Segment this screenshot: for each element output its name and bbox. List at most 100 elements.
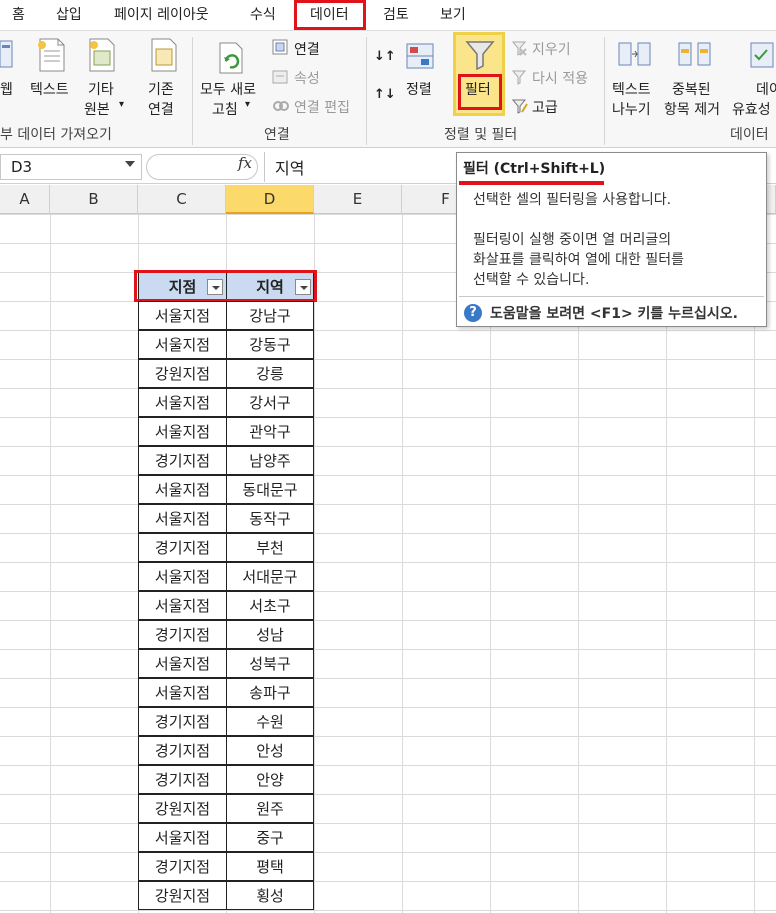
table-cell-region[interactable]: 서초구 (226, 591, 314, 620)
table-cell-branch[interactable]: 서울지점 (138, 504, 227, 533)
name-box-value: D3 (11, 158, 33, 176)
table-cell-region[interactable]: 강서구 (226, 388, 314, 417)
group-separator (192, 37, 193, 145)
table-header-highlight (134, 270, 317, 302)
table-cell-region[interactable]: 송파구 (226, 678, 314, 707)
table-cell-branch[interactable]: 서울지점 (138, 649, 227, 678)
data-validation-label-2[interactable]: 유효성 (732, 99, 771, 119)
advanced-filter-button[interactable]: 고급 (532, 97, 558, 117)
table-cell-region[interactable]: 서대문구 (226, 562, 314, 591)
group-separator (366, 37, 367, 145)
table-cell-branch[interactable]: 서울지점 (138, 591, 227, 620)
table-cell-branch[interactable]: 서울지점 (138, 330, 227, 359)
refresh-all-label-2[interactable]: 고침 (212, 99, 238, 119)
tab-formulas[interactable]: 수식 (250, 4, 276, 24)
table-cell-region[interactable]: 강동구 (226, 330, 314, 359)
table-cell-branch[interactable]: 강원지점 (138, 881, 227, 910)
reapply-button[interactable]: 다시 적용 (532, 68, 588, 88)
text-to-columns-icon (618, 42, 651, 66)
other-sources-label-1[interactable]: 기타 (88, 79, 114, 99)
other-sources-dropdown-icon[interactable]: ▾ (119, 99, 124, 110)
web-button[interactable]: 웹 (0, 79, 13, 99)
table-cell-branch[interactable]: 서울지점 (138, 475, 227, 504)
column-header-c[interactable]: C (138, 185, 226, 214)
table-cell-region[interactable]: 관악구 (226, 417, 314, 446)
table-cell-branch[interactable]: 경기지점 (138, 852, 227, 881)
column-header-d[interactable]: D (226, 185, 314, 214)
table-cell-region[interactable]: 평택 (226, 852, 314, 881)
tab-page-layout[interactable]: 페이지 레이아웃 (114, 4, 209, 24)
group-label-sort-filter: 정렬 및 필터 (444, 127, 518, 143)
tab-data-highlight (294, 0, 366, 30)
column-header-e[interactable]: E (314, 185, 402, 214)
table-cell-region[interactable]: 횡성 (226, 881, 314, 910)
existing-connections-label-1[interactable]: 기존 (148, 79, 174, 99)
table-cell-region[interactable]: 안양 (226, 765, 314, 794)
table-cell-region[interactable]: 안성 (226, 736, 314, 765)
sort-button[interactable]: 정렬 (406, 79, 432, 99)
refresh-all-label-1[interactable]: 모두 새로 (200, 79, 256, 99)
remove-duplicates-label-2[interactable]: 항목 제거 (664, 99, 720, 119)
table-cell-branch[interactable]: 경기지점 (138, 533, 227, 562)
table-cell-branch[interactable]: 경기지점 (138, 620, 227, 649)
text-to-columns-label-1[interactable]: 텍스트 (612, 79, 651, 99)
group-separator (604, 37, 605, 145)
group-label-data-tools: 데이터 (730, 127, 769, 143)
table-cell-branch[interactable]: 서울지점 (138, 562, 227, 591)
existing-connections-label-2[interactable]: 연결 (148, 99, 174, 119)
refresh-all-dropdown-icon[interactable]: ▾ (245, 99, 250, 110)
table-cell-region[interactable]: 강남구 (226, 301, 314, 330)
table-cell-branch[interactable]: 서울지점 (138, 823, 227, 852)
clear-filter-icon (512, 41, 527, 56)
table-cell-region[interactable]: 강릉 (226, 359, 314, 388)
name-box[interactable]: D3 (0, 154, 142, 180)
tooltip-line-4: 선택할 수 있습니다. (473, 272, 590, 288)
table-cell-branch[interactable]: 서울지점 (138, 301, 227, 330)
table-cell-region[interactable]: 부천 (226, 533, 314, 562)
sort-descending-icon[interactable]: ↑↓ (374, 87, 396, 102)
table-cell-branch[interactable]: 경기지점 (138, 765, 227, 794)
other-sources-icon (89, 38, 115, 72)
table-cell-region[interactable]: 남양주 (226, 446, 314, 475)
existing-connections-icon (151, 38, 177, 72)
properties-button[interactable]: 속성 (294, 68, 320, 88)
tooltip-title-underline (459, 181, 604, 185)
text-import-button[interactable]: 텍스트 (30, 79, 69, 99)
table-cell-branch[interactable]: 경기지점 (138, 446, 227, 475)
connections-button[interactable]: 연결 (294, 39, 320, 59)
table-cell-branch[interactable]: 서울지점 (138, 417, 227, 446)
tab-home[interactable]: 홈 (12, 4, 25, 24)
properties-icon (272, 70, 288, 84)
table-cell-branch[interactable]: 경기지점 (138, 707, 227, 736)
column-header-a[interactable]: A (0, 185, 50, 214)
table-cell-branch[interactable]: 서울지점 (138, 388, 227, 417)
table-cell-branch[interactable]: 경기지점 (138, 736, 227, 765)
table-cell-region[interactable]: 원주 (226, 794, 314, 823)
table-cell-region[interactable]: 동작구 (226, 504, 314, 533)
table-cell-region[interactable]: 동대문구 (226, 475, 314, 504)
edit-links-button[interactable]: 연결 편집 (294, 97, 350, 117)
table-cell-branch[interactable]: 강원지점 (138, 794, 227, 823)
sort-ascending-icon[interactable]: ↓↑ (374, 49, 396, 64)
advanced-filter-icon (512, 99, 528, 114)
tab-insert[interactable]: 삽입 (56, 4, 82, 24)
table-cell-branch[interactable]: 서울지점 (138, 678, 227, 707)
clear-filter-button[interactable]: 지우기 (532, 39, 571, 59)
remove-duplicates-label-1[interactable]: 중복된 (672, 79, 711, 99)
table-cell-region[interactable]: 성남 (226, 620, 314, 649)
group-label-connections: 연결 (264, 127, 290, 143)
insert-function-icon[interactable]: fx (238, 154, 252, 172)
table-cell-region[interactable]: 중구 (226, 823, 314, 852)
text-to-columns-label-2[interactable]: 나누기 (612, 99, 651, 119)
tab-view[interactable]: 보기 (440, 4, 466, 24)
data-validation-label-1[interactable]: 데이 (756, 79, 776, 99)
tab-review[interactable]: 검토 (383, 4, 409, 24)
connections-icon (272, 39, 288, 55)
column-header-b[interactable]: B (50, 185, 138, 214)
other-sources-label-2[interactable]: 원본 (84, 99, 110, 119)
ribbon: 웹 텍스트 기타 원본 ▾ 기존 연결 부 데이터 가져오기 모두 새로 고침 … (0, 30, 776, 148)
table-cell-branch[interactable]: 강원지점 (138, 359, 227, 388)
table-cell-region[interactable]: 수원 (226, 707, 314, 736)
name-box-dropdown-icon[interactable] (125, 161, 135, 167)
table-cell-region[interactable]: 성북구 (226, 649, 314, 678)
